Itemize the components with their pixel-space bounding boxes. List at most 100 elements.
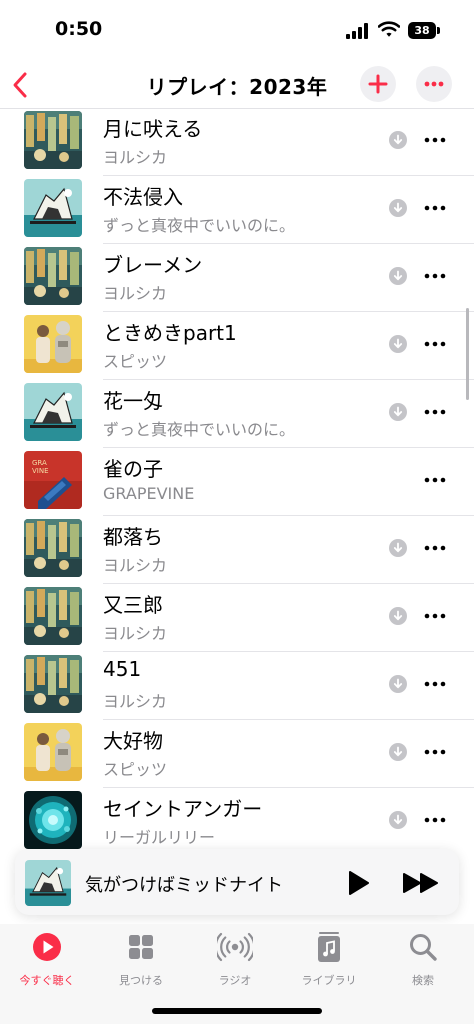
add-button[interactable] bbox=[360, 66, 396, 102]
song-artist: GRAPEVINE bbox=[103, 484, 195, 503]
tab-label: 検索 bbox=[412, 974, 434, 987]
song-more-button[interactable] bbox=[420, 742, 450, 762]
now-playing-artwork bbox=[25, 860, 71, 906]
tab-label: 今すぐ聴く bbox=[19, 974, 75, 987]
search-icon bbox=[410, 934, 437, 961]
song-more-button[interactable] bbox=[420, 266, 450, 286]
song-artist: ヨルシカ bbox=[103, 284, 168, 303]
status-time: 0:50 bbox=[55, 18, 103, 40]
song-row[interactable]: 又三郎 ヨルシカ bbox=[0, 584, 474, 652]
song-more-button[interactable] bbox=[420, 130, 450, 150]
ellipsis-icon bbox=[424, 749, 446, 755]
song-more-button[interactable] bbox=[420, 674, 450, 694]
song-title: 花一匁 bbox=[103, 389, 163, 413]
song-row[interactable]: セイントアンガー リーガルリリー bbox=[0, 788, 474, 849]
album-artwork: GRA VINE bbox=[24, 451, 82, 509]
ellipsis-icon bbox=[424, 681, 446, 687]
ellipsis-icon bbox=[424, 613, 446, 619]
tab-listen-now[interactable]: 今すぐ聴く bbox=[0, 930, 94, 990]
song-title: ブレーメン bbox=[103, 253, 203, 277]
song-artist: ヨルシカ bbox=[103, 692, 168, 711]
download-icon[interactable] bbox=[389, 131, 407, 149]
download-icon[interactable] bbox=[389, 743, 407, 761]
album-artwork bbox=[24, 655, 82, 713]
song-title: 雀の子 bbox=[103, 457, 163, 481]
tab-label: ライブラリ bbox=[301, 974, 357, 987]
song-more-button[interactable] bbox=[420, 606, 450, 626]
radio-icon bbox=[217, 932, 253, 962]
song-row[interactable]: 大好物 スピッツ bbox=[0, 720, 474, 788]
song-title: 都落ち bbox=[103, 525, 163, 549]
song-more-button[interactable] bbox=[420, 470, 450, 490]
tab-library[interactable]: ライブラリ bbox=[282, 930, 376, 990]
album-artwork bbox=[24, 247, 82, 305]
song-row[interactable]: ときめきpart1 スピッツ bbox=[0, 312, 474, 380]
song-more-button[interactable] bbox=[420, 538, 450, 558]
home-indicator bbox=[152, 1008, 322, 1014]
tab-label: 見つける bbox=[119, 974, 163, 987]
ellipsis-icon bbox=[424, 205, 446, 211]
fast-forward-icon bbox=[403, 873, 438, 893]
song-row[interactable]: 花一匁ずっと真夜中でいいのに。 bbox=[0, 380, 474, 448]
song-artist: リーガルリリー bbox=[103, 828, 216, 847]
album-artwork bbox=[24, 111, 82, 169]
svg-text:VINE: VINE bbox=[32, 467, 49, 475]
play-button[interactable] bbox=[345, 869, 371, 897]
song-row[interactable]: 都落ち ヨルシカ bbox=[0, 516, 474, 584]
song-title: ときめきpart1 bbox=[103, 321, 237, 345]
song-row[interactable]: GRA VINE 雀の子 GRAPEVINE bbox=[0, 448, 474, 516]
scrollbar[interactable] bbox=[466, 308, 469, 400]
song-artist: ずっと真夜中でいいのに。 bbox=[103, 216, 296, 235]
album-artwork bbox=[24, 791, 82, 849]
song-title: 不法侵入 bbox=[103, 185, 183, 209]
page-title: リプレイ：2023年 bbox=[146, 75, 328, 99]
tab-radio[interactable]: ラジオ bbox=[188, 930, 282, 990]
song-more-button[interactable] bbox=[420, 198, 450, 218]
tab-search[interactable]: 検索 bbox=[376, 930, 470, 990]
song-row[interactable]: 451 ヨルシカ bbox=[0, 652, 474, 720]
music-note-icon bbox=[318, 932, 340, 962]
song-row[interactable]: 不法侵入ずっと真夜中でいいのに。 bbox=[0, 176, 474, 244]
album-artwork bbox=[24, 315, 82, 373]
song-more-button[interactable] bbox=[420, 402, 450, 422]
song-title: 451 bbox=[103, 657, 142, 681]
mini-player[interactable]: 気がつけばミッドナイト bbox=[15, 849, 459, 915]
song-more-button[interactable] bbox=[420, 334, 450, 354]
skip-forward-button[interactable] bbox=[401, 869, 441, 897]
navigation-bar: リプレイ：2023年 bbox=[0, 62, 474, 108]
now-playing-title: 気がつけばミッドナイト bbox=[85, 875, 283, 896]
album-artwork bbox=[24, 383, 82, 441]
song-artist: ヨルシカ bbox=[103, 624, 168, 643]
ellipsis-icon bbox=[424, 545, 446, 551]
wifi-icon bbox=[378, 21, 400, 37]
cellular-signal-icon bbox=[346, 23, 370, 39]
song-more-button[interactable] bbox=[420, 810, 450, 830]
song-artist: ずっと真夜中でいいのに。 bbox=[103, 420, 296, 439]
ellipsis-icon bbox=[424, 341, 446, 347]
song-artist: スピッツ bbox=[103, 760, 168, 779]
song-list[interactable]: 月に吠える ヨルシカ 不法侵入 ずっと真夜中でいいのに。 ブレーメン ヨルシカ ときめ… bbox=[0, 109, 474, 849]
song-artist: ヨルシカ bbox=[103, 556, 168, 575]
svg-text:GRA: GRA bbox=[32, 459, 47, 467]
plus-icon bbox=[368, 74, 388, 94]
download-icon[interactable] bbox=[389, 607, 407, 625]
battery-indicator: 38 bbox=[408, 22, 436, 39]
download-icon[interactable] bbox=[389, 335, 407, 353]
more-options-button[interactable] bbox=[416, 66, 452, 102]
song-row[interactable]: ブレーメン ヨルシカ bbox=[0, 244, 474, 312]
song-artist: ヨルシカ bbox=[103, 148, 168, 167]
play-icon bbox=[349, 871, 369, 895]
album-artwork bbox=[24, 723, 82, 781]
download-icon[interactable] bbox=[389, 811, 407, 829]
tab-browse[interactable]: 見つける bbox=[94, 930, 188, 990]
download-icon[interactable] bbox=[389, 675, 407, 693]
download-icon[interactable] bbox=[389, 267, 407, 285]
download-icon[interactable] bbox=[389, 403, 407, 421]
download-icon[interactable] bbox=[389, 199, 407, 217]
status-bar: 0:50 38 bbox=[0, 0, 474, 62]
song-row[interactable]: 月に吠える ヨルシカ bbox=[0, 109, 474, 176]
download-icon[interactable] bbox=[389, 539, 407, 557]
battery-cap bbox=[437, 27, 440, 34]
ellipsis-icon bbox=[424, 273, 446, 279]
tab-label: ラジオ bbox=[218, 974, 252, 987]
